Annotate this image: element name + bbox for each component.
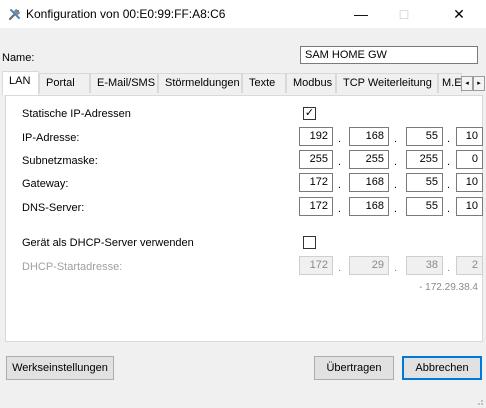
- dhcp-server-label: Gerät als DHCP-Server verwenden: [22, 237, 194, 249]
- name-label: Name:: [2, 52, 35, 64]
- subnet-octet-2[interactable]: 255: [349, 150, 389, 169]
- dhcp-octet-4: 2: [456, 256, 483, 275]
- subnet-mask-label: Subnetzmaske:: [22, 155, 98, 167]
- tab-more[interactable]: M.E: [438, 73, 462, 93]
- tab-email-sms[interactable]: E-Mail/SMS: [90, 73, 158, 93]
- ip-address-label: IP-Adresse:: [22, 132, 80, 144]
- gateway-octet-4[interactable]: 10: [456, 173, 483, 192]
- gateway-octet-3[interactable]: 55: [406, 173, 443, 192]
- dhcp-dot: .: [394, 262, 398, 274]
- dns-octet-4[interactable]: 10: [456, 197, 483, 216]
- tab-modbus[interactable]: Modbus: [286, 73, 336, 93]
- dhcp-start-label: DHCP-Startadresse:: [22, 261, 123, 273]
- gateway-label: Gateway:: [22, 178, 69, 190]
- ip-dot: .: [394, 133, 398, 145]
- ip-octet-3[interactable]: 55: [406, 127, 443, 146]
- dns-octet-1[interactable]: 172: [299, 197, 333, 216]
- dhcp-dot: .: [447, 262, 451, 274]
- gateway-dot: .: [338, 179, 342, 191]
- tab-bar: LAN Portal E-Mail/SMS Störmeldungen Text…: [0, 70, 486, 96]
- transfer-button[interactable]: Übertragen: [314, 356, 394, 380]
- dns-octet-2[interactable]: 168: [349, 197, 389, 216]
- tab-stoermeldungen[interactable]: Störmeldungen: [158, 73, 242, 93]
- subnet-dot: .: [394, 156, 398, 168]
- dns-server-label: DNS-Server:: [22, 202, 85, 214]
- tab-tcp-weiterleitung[interactable]: TCP Weiterleitung: [336, 73, 438, 93]
- lan-panel: Statische IP-Adressen ✓ IP-Adresse: 192 …: [5, 95, 483, 342]
- static-ip-checkbox[interactable]: ✓: [303, 107, 316, 120]
- subnet-octet-1[interactable]: 255: [299, 150, 333, 169]
- ip-octet-2[interactable]: 168: [349, 127, 389, 146]
- gateway-dot: .: [447, 179, 451, 191]
- gateway-dot: .: [394, 179, 398, 191]
- subnet-dot: .: [447, 156, 451, 168]
- tab-texte[interactable]: Texte: [242, 73, 286, 93]
- gateway-octet-2[interactable]: 168: [349, 173, 389, 192]
- window-title: Konfiguration von 00:E0:99:FF:A8:C6: [26, 7, 226, 21]
- cancel-button[interactable]: Abbrechen: [402, 356, 482, 380]
- name-input[interactable]: SAM HOME GW: [300, 46, 478, 64]
- minimize-button[interactable]: —: [342, 0, 380, 28]
- tools-icon: [8, 9, 20, 21]
- dhcp-server-checkbox[interactable]: [303, 236, 316, 249]
- resize-grip-icon[interactable]: [474, 396, 484, 406]
- subnet-octet-3[interactable]: 255: [406, 150, 443, 169]
- dhcp-octet-3: 38: [406, 256, 443, 275]
- dhcp-dot: .: [338, 262, 342, 274]
- static-ip-label: Statische IP-Adressen: [22, 108, 131, 120]
- close-button[interactable]: ✕: [440, 0, 478, 28]
- dhcp-octet-2: 29: [349, 256, 389, 275]
- maximize-button[interactable]: □: [385, 0, 423, 28]
- ip-octet-4[interactable]: 10: [456, 127, 483, 146]
- tab-portal[interactable]: Portal: [39, 73, 90, 93]
- title-bar: Konfiguration von 00:E0:99:FF:A8:C6 — □ …: [0, 0, 486, 28]
- ip-octet-1[interactable]: 192: [299, 127, 333, 146]
- dns-dot: .: [447, 203, 451, 215]
- dhcp-octet-1: 172: [299, 256, 333, 275]
- dns-dot: .: [394, 203, 398, 215]
- subnet-dot: .: [338, 156, 342, 168]
- dhcp-range-end: - 172.29.38.4: [419, 282, 478, 293]
- tab-scroll-left-icon[interactable]: ◂: [461, 76, 473, 91]
- dns-octet-3[interactable]: 55: [406, 197, 443, 216]
- subnet-octet-4[interactable]: 0: [456, 150, 483, 169]
- dns-dot: .: [338, 203, 342, 215]
- ip-dot: .: [338, 133, 342, 145]
- tab-scroll-right-icon[interactable]: ▸: [473, 76, 485, 91]
- tab-lan[interactable]: LAN: [2, 71, 39, 95]
- ip-dot: .: [447, 133, 451, 145]
- gateway-octet-1[interactable]: 172: [299, 173, 333, 192]
- factory-reset-button[interactable]: Werkseinstellungen: [6, 356, 114, 380]
